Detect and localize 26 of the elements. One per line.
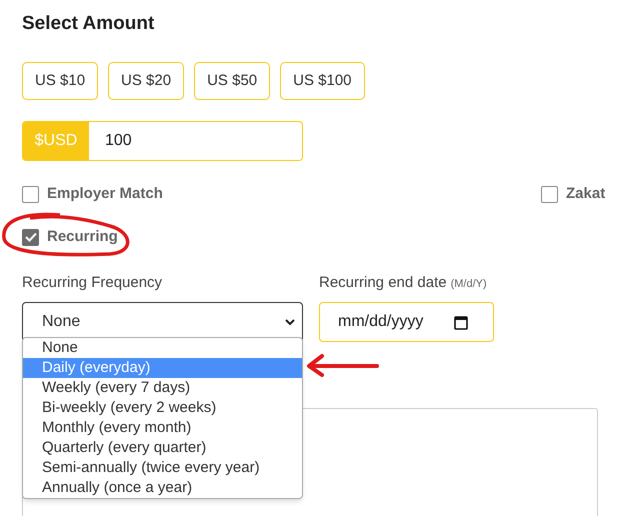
calendar-icon [454, 314, 468, 330]
dropdown-option[interactable]: Weekly (every 7 days) [23, 378, 302, 398]
amount-button[interactable]: US $10 [22, 62, 98, 100]
section-title: Select Amount [22, 12, 154, 36]
amount-button[interactable]: US $20 [108, 62, 184, 100]
checkbox[interactable] [22, 186, 39, 203]
currency-label: $USD [23, 122, 89, 160]
amount-button[interactable]: US $50 [194, 62, 270, 100]
amount-button[interactable]: US $100 [280, 62, 365, 100]
annotation-arrow [307, 354, 379, 377]
chevron-icon [284, 318, 296, 326]
dropdown-option[interactable]: Quarterly (every quarter) [23, 438, 302, 458]
field-label: Recurring end date [319, 273, 447, 293]
field-label: Recurring Frequency [22, 273, 162, 293]
checkbox[interactable] [541, 186, 558, 203]
checkbox-label: Zakat [566, 184, 606, 204]
dropdown-option[interactable]: Monthly (every month) [23, 418, 302, 438]
dropdown-option[interactable]: Semi-annually (twice every year) [23, 458, 302, 478]
date-field[interactable]: mm/dd/yyyy [319, 302, 494, 342]
checkbox[interactable] [22, 228, 39, 246]
dropdown-option[interactable]: Bi-weekly (every 2 weeks) [23, 398, 302, 418]
amount-field[interactable]: $USD 100 [22, 121, 303, 161]
dropdown-option[interactable]: Annually (once a year) [23, 478, 302, 498]
checkbox-label: Employer Match [47, 184, 163, 204]
format-hint: (M/d/Y) [450, 277, 487, 292]
checkbox-label: Recurring [47, 227, 118, 247]
